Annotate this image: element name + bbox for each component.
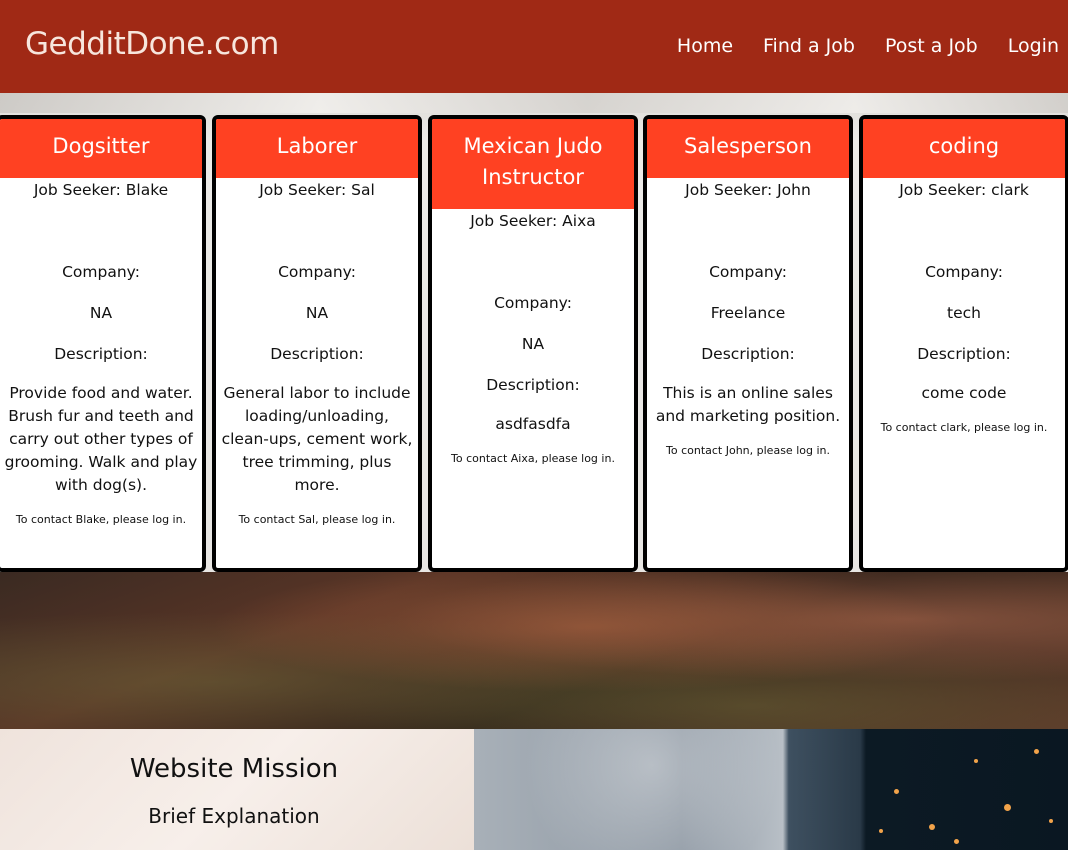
job-cards: Dogsitter Job Seeker: Blake Company: NA … <box>0 115 1068 572</box>
description-label: Description: <box>54 345 148 363</box>
job-title: Dogsitter <box>0 119 202 178</box>
job-seeker: Job Seeker: John <box>685 181 811 199</box>
job-title: Laborer <box>216 119 418 178</box>
description-value: This is an online sales and marketing po… <box>655 384 841 425</box>
job-card[interactable]: Laborer Job Seeker: Sal Company: NA Desc… <box>212 115 422 572</box>
company-value: NA <box>89 304 113 322</box>
company-label: Company: <box>925 263 1003 281</box>
description-label: Description: <box>917 345 1011 363</box>
company-value: NA <box>521 335 545 353</box>
company-label: Company: <box>62 263 140 281</box>
description-label: Description: <box>486 376 580 394</box>
company-label: Company: <box>278 263 356 281</box>
site-logo[interactable]: GedditDone.com <box>25 26 279 62</box>
contact-note: To contact clark, please log in. <box>880 421 1048 434</box>
job-title: coding <box>863 119 1065 178</box>
company-value: Freelance <box>710 304 786 322</box>
company-label: Company: <box>494 294 572 312</box>
job-seeker: Job Seeker: clark <box>899 181 1029 199</box>
job-seeker: Job Seeker: Sal <box>259 181 375 199</box>
job-seeker: Job Seeker: Blake <box>33 181 169 199</box>
nav-login-link[interactable]: Login <box>1008 35 1059 57</box>
description-value: come code <box>921 384 1007 402</box>
description-value: Provide food and water. Brush fur and te… <box>4 384 198 494</box>
description-value: General labor to include loading/unloadi… <box>221 384 413 494</box>
contact-note: To contact Blake, please log in. <box>15 513 187 526</box>
description-value: asdfasdfa <box>495 415 571 433</box>
job-card[interactable]: Dogsitter Job Seeker: Blake Company: NA … <box>0 115 206 572</box>
job-title: Mexican Judo Instructor <box>432 119 634 209</box>
contact-note: To contact John, please log in. <box>666 444 830 457</box>
nav-home-link[interactable]: Home <box>677 35 733 57</box>
mission-section: Website Mission Brief Explanation <box>0 729 474 850</box>
mission-title: Website Mission <box>129 754 339 784</box>
company-label: Company: <box>709 263 787 281</box>
company-value: NA <box>305 304 329 322</box>
nav-find-job-link[interactable]: Find a Job <box>763 35 855 57</box>
mission-subtitle: Brief Explanation <box>148 804 320 828</box>
landscape-banner-image <box>0 572 1068 729</box>
job-seeker: Job Seeker: Aixa <box>470 212 596 230</box>
job-card[interactable]: coding Job Seeker: clark Company: tech D… <box>859 115 1068 572</box>
sparks-photo <box>474 729 1068 850</box>
description-label: Description: <box>701 345 795 363</box>
job-card[interactable]: Mexican Judo Instructor Job Seeker: Aixa… <box>428 115 638 572</box>
site-header: GedditDone.com Home Find a Job Post a Jo… <box>0 0 1068 93</box>
description-label: Description: <box>270 345 364 363</box>
contact-note: To contact Sal, please log in. <box>238 513 396 526</box>
main-nav: Home Find a Job Post a Job Login <box>677 35 1059 57</box>
contact-note: To contact Aixa, please log in. <box>451 452 615 465</box>
company-value: tech <box>947 304 981 322</box>
job-card[interactable]: Salesperson Job Seeker: John Company: Fr… <box>643 115 853 572</box>
nav-post-job-link[interactable]: Post a Job <box>885 35 978 57</box>
job-title: Salesperson <box>647 119 849 178</box>
